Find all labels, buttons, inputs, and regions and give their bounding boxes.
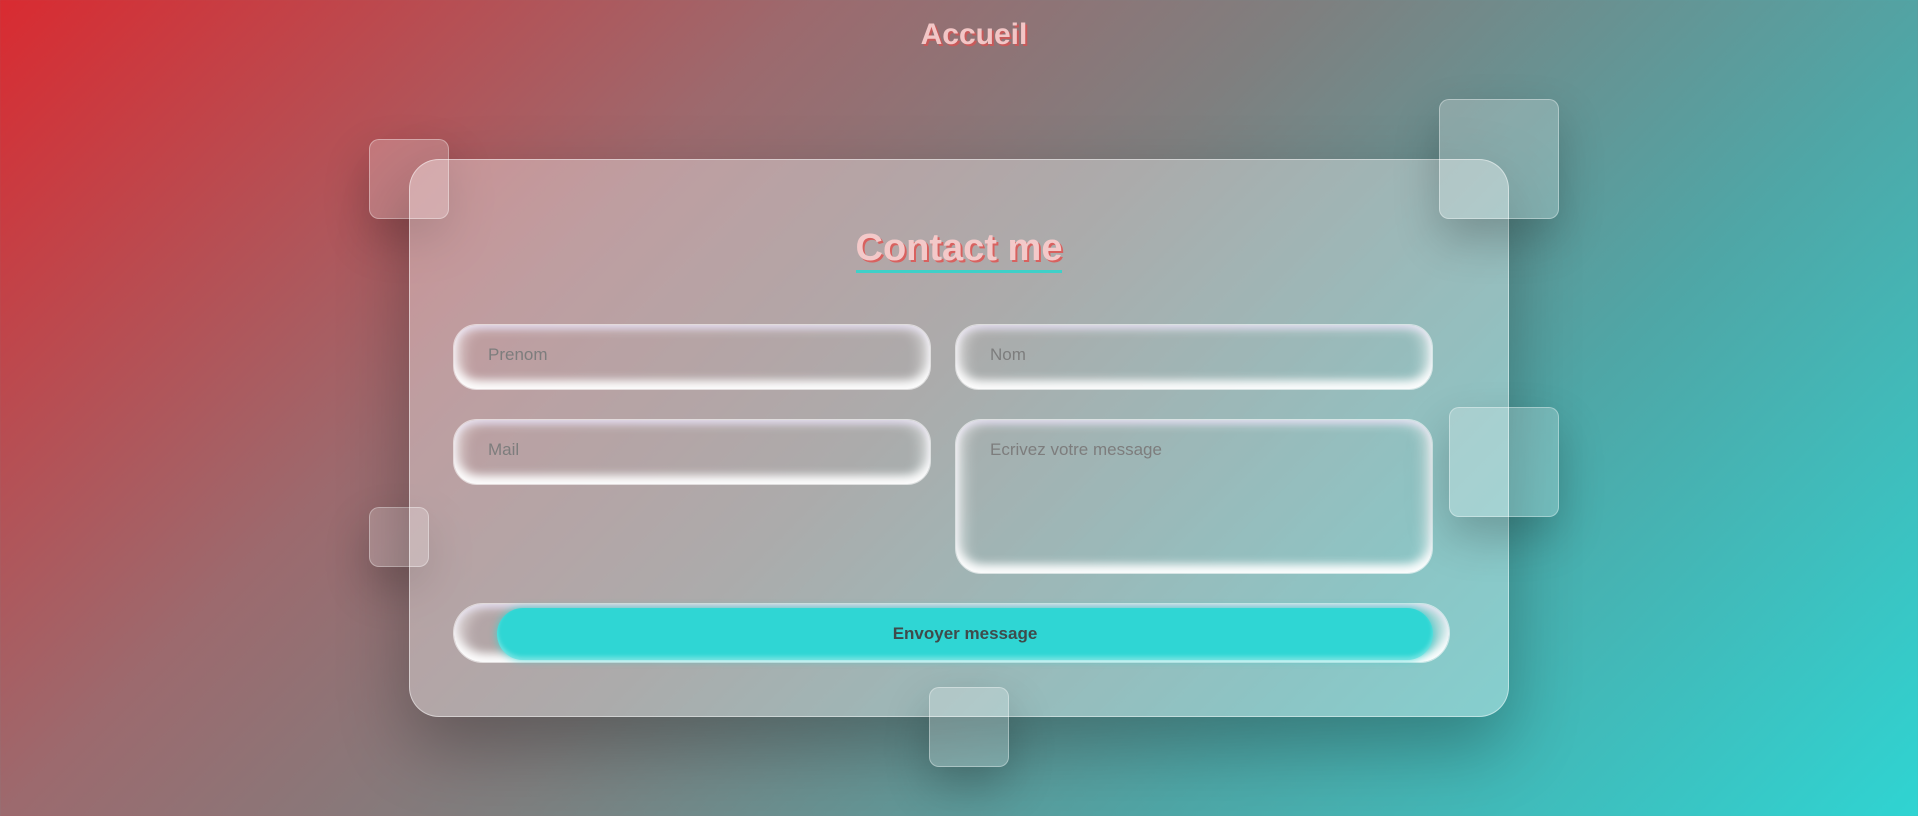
mail-placeholder: Mail: [488, 440, 520, 459]
decorative-square: [1449, 407, 1559, 517]
submit-button-frame: Envoyer message: [453, 603, 1450, 663]
mail-input[interactable]: Mail: [453, 419, 931, 485]
message-placeholder: Ecrivez votre message: [990, 440, 1162, 459]
nom-input[interactable]: Nom: [955, 324, 1433, 390]
send-message-button[interactable]: Envoyer message: [497, 608, 1433, 660]
nom-placeholder: Nom: [990, 345, 1026, 364]
home-link-label: Accueil: [920, 18, 1028, 51]
decorative-square: [1439, 99, 1559, 219]
home-link[interactable]: Accueil: [0, 18, 1918, 52]
page-title: Contact me: [410, 226, 1508, 273]
decorative-square: [929, 687, 1009, 767]
prenom-placeholder: Prenom: [488, 345, 548, 364]
contact-card: Contact me Prenom Nom Mail Ecrivez votre…: [409, 159, 1509, 717]
prenom-input[interactable]: Prenom: [453, 324, 931, 390]
message-textarea[interactable]: Ecrivez votre message: [955, 419, 1433, 574]
